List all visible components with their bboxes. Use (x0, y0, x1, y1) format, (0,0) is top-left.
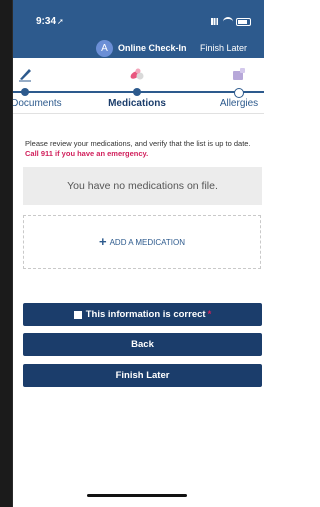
pills-icon (130, 68, 144, 80)
finish-later-button[interactable]: Finish Later (23, 364, 262, 387)
step-dot (133, 88, 141, 96)
emergency-notice: Call 911 if you have an emergency. (25, 149, 149, 158)
avatar[interactable]: A (96, 40, 113, 57)
top-bar: 9:34 ➚ A Online Check-In Finish Later (13, 0, 264, 58)
progress-steps: Sign Documents Medications Allergies (13, 58, 264, 114)
empty-medications-message: You have no medications on file. (23, 167, 262, 205)
step-dot (21, 88, 29, 96)
intro-instructions: Please review your medications, and veri… (25, 139, 251, 148)
pen-icon (19, 69, 31, 82)
step-dot (234, 88, 244, 98)
allergy-icon (233, 68, 245, 80)
checkbox[interactable] (73, 310, 82, 319)
confirm-info-button[interactable]: This information is correct * (23, 303, 262, 326)
signal-icon (211, 18, 220, 25)
step-medications[interactable]: Medications (97, 58, 177, 113)
required-mark: * (207, 309, 212, 320)
finish-later-link[interactable]: Finish Later (200, 43, 247, 53)
app-screen: 9:34 ➚ A Online Check-In Finish Later Si… (12, 0, 264, 507)
intro-text: Please review your medications, and veri… (25, 139, 257, 159)
confirm-info-label: This information is correct (85, 309, 206, 320)
step-label: Allergies (219, 98, 259, 109)
home-indicator[interactable] (87, 494, 187, 497)
location-arrow-icon: ➚ (57, 17, 64, 26)
step-allergies[interactable]: Allergies (199, 58, 264, 113)
page-title: Online Check-In (118, 43, 187, 53)
plus-icon: + (98, 234, 107, 249)
wifi-icon (223, 17, 233, 26)
status-icons (211, 17, 251, 26)
status-time: 9:34 (36, 16, 57, 27)
step-sign-documents[interactable]: Sign Documents (12, 58, 65, 113)
battery-icon (236, 17, 251, 26)
add-medication-button[interactable]: + ADD A MEDICATION (23, 215, 261, 269)
step-label: Sign Documents (12, 98, 62, 109)
step-label: Medications (108, 98, 166, 109)
add-medication-label: ADD A MEDICATION (109, 237, 185, 247)
device-frame: 9:34 ➚ A Online Check-In Finish Later Si… (0, 0, 264, 507)
back-button[interactable]: Back (23, 333, 262, 356)
